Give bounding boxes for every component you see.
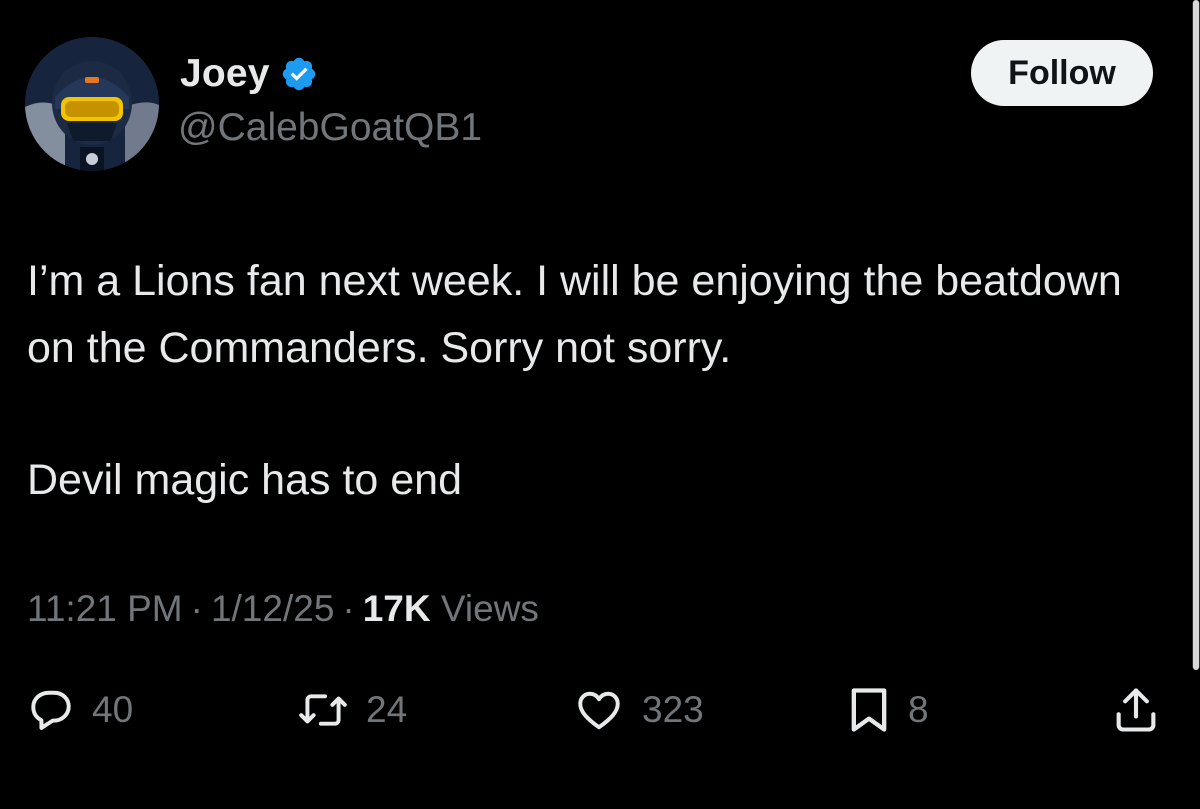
- bookmark-count: 8: [908, 689, 929, 730]
- tweet-text-paragraph-1: I’m a Lions fan next week. I will be enj…: [27, 257, 1122, 372]
- verified-badge-icon: [280, 55, 318, 93]
- repost-count: 24: [366, 689, 408, 730]
- like-button[interactable]: 323: [572, 680, 704, 740]
- tweet-meta: 11:21 PM · 1/12/25 · 17K Views: [27, 588, 539, 630]
- avatar-image: [25, 37, 159, 171]
- meta-separator: ·: [342, 588, 355, 629]
- author-handle[interactable]: @CalebGoatQB1: [178, 106, 482, 150]
- tweet-text-paragraph-2: Devil magic has to end: [27, 456, 462, 504]
- heart-icon: [572, 685, 626, 735]
- action-bar: 40 24 323 8: [0, 680, 1200, 740]
- avatar[interactable]: [25, 37, 159, 171]
- author-display-name[interactable]: Joey: [180, 52, 270, 96]
- tweet-time[interactable]: 11:21 PM: [27, 588, 183, 629]
- reply-count: 40: [92, 689, 134, 730]
- reply-icon: [26, 685, 76, 735]
- tweet-card: Joey @CalebGoatQB1 Follow I’m a Lions fa…: [0, 0, 1200, 809]
- share-icon: [1110, 684, 1162, 736]
- scrollbar-thumb[interactable]: [1193, 0, 1199, 670]
- share-button[interactable]: [1110, 680, 1162, 740]
- like-count: 323: [642, 689, 704, 730]
- author-name-row: Joey: [180, 52, 318, 96]
- repost-icon: [296, 685, 350, 735]
- follow-button[interactable]: Follow: [971, 40, 1153, 106]
- meta-separator: ·: [190, 588, 203, 629]
- views-count: 17K: [362, 588, 431, 629]
- bookmark-icon: [846, 684, 892, 736]
- views-label: Views: [440, 588, 539, 629]
- repost-button[interactable]: 24: [296, 680, 407, 740]
- reply-button[interactable]: 40: [26, 680, 133, 740]
- scrollbar[interactable]: [1192, 0, 1200, 670]
- bookmark-button[interactable]: 8: [846, 680, 929, 740]
- tweet-date[interactable]: 1/12/25: [211, 588, 334, 629]
